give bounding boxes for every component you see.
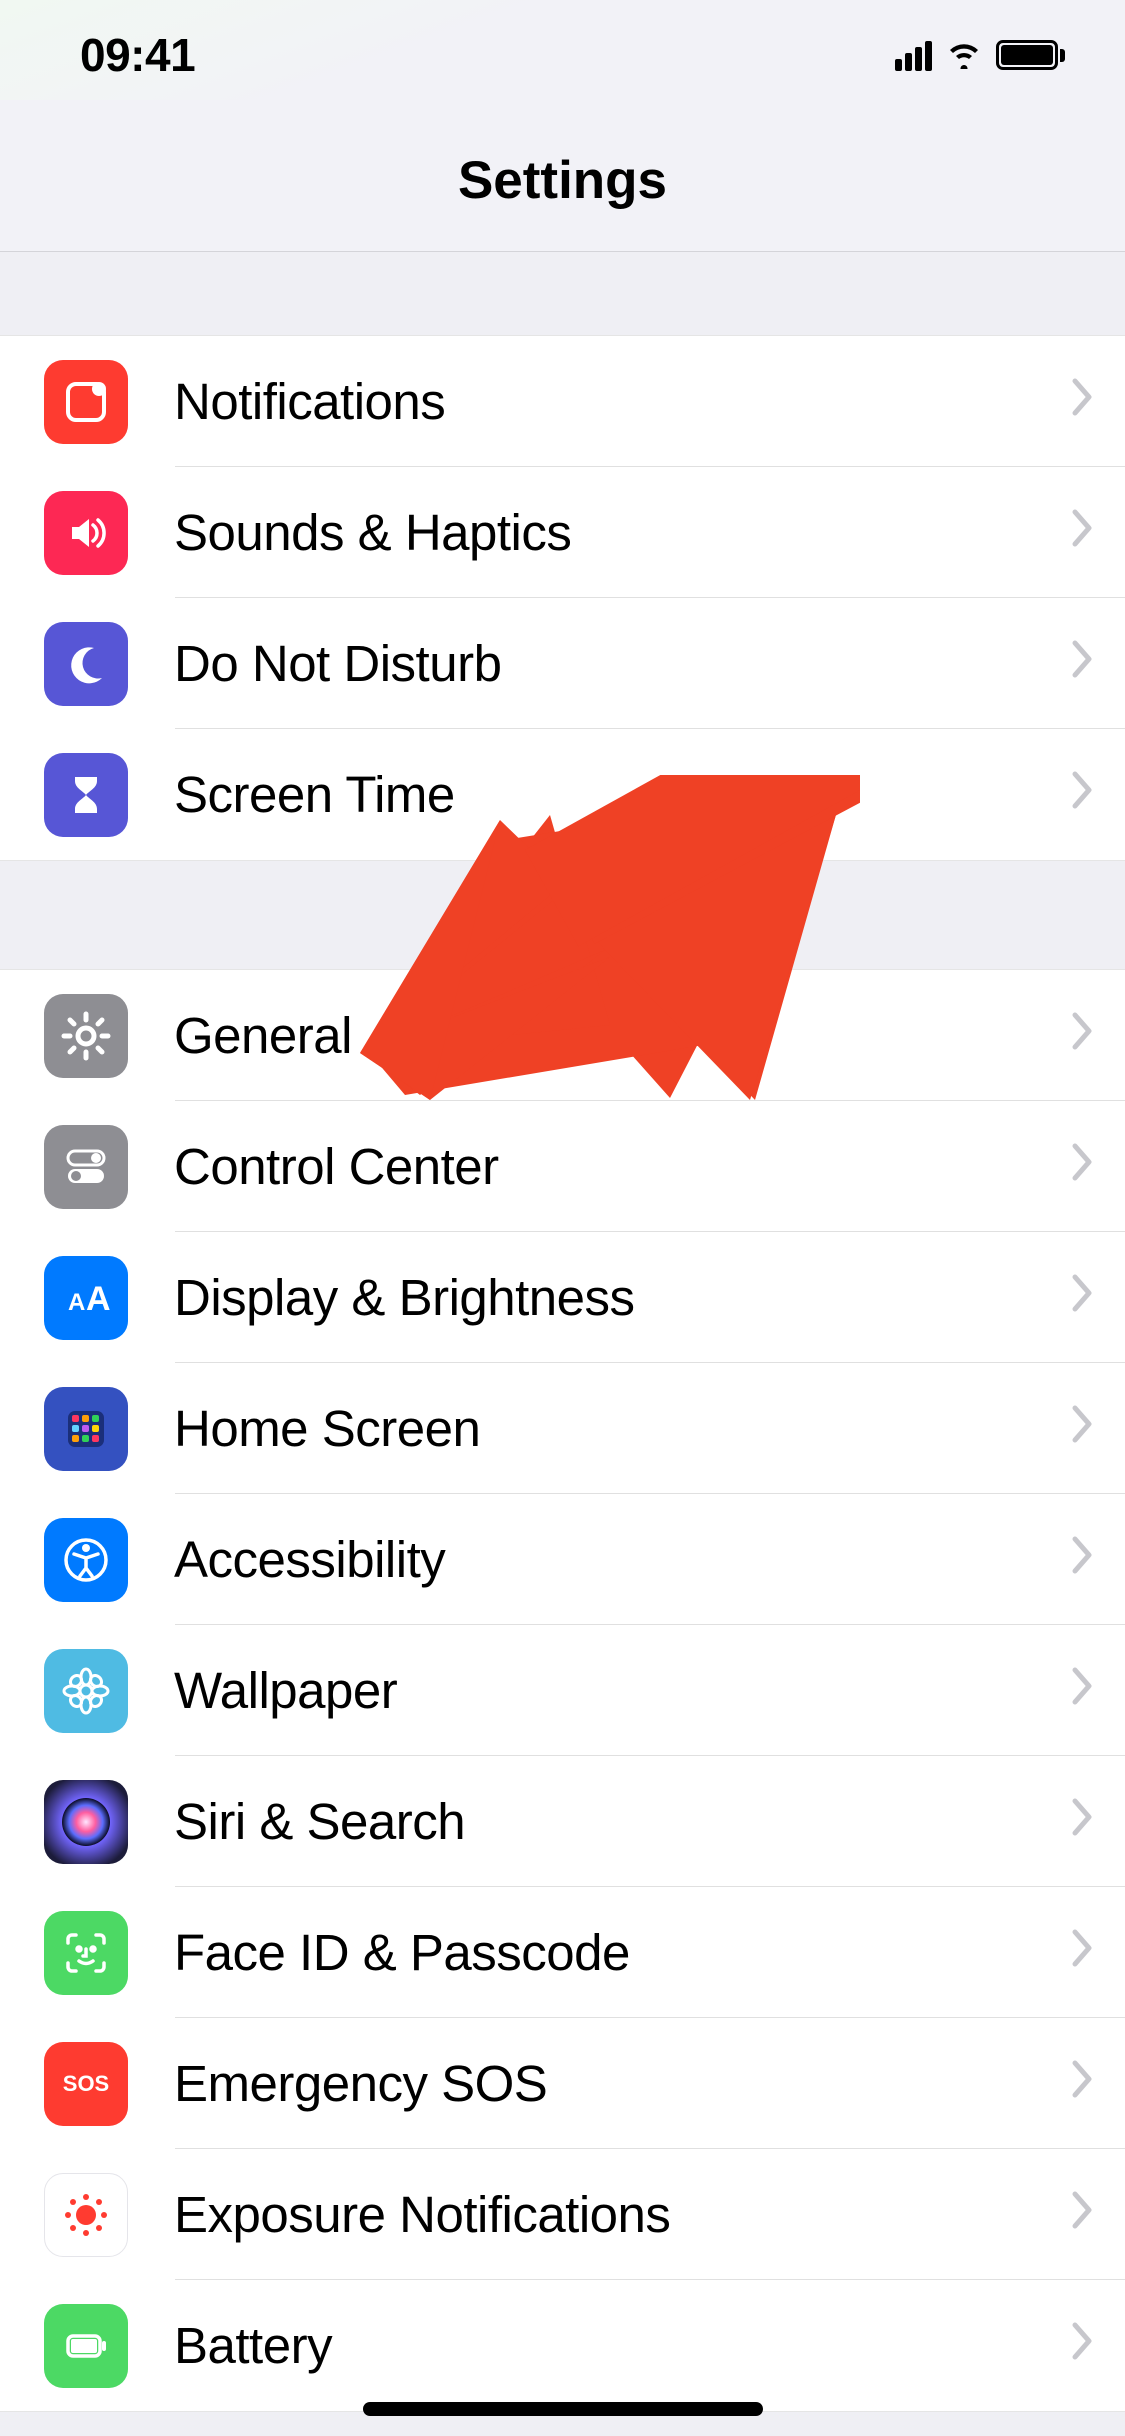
row-siri[interactable]: Siri & Search bbox=[0, 1756, 1125, 1887]
row-notifications[interactable]: Notifications bbox=[0, 336, 1125, 467]
chevron-right-icon bbox=[1071, 1535, 1095, 1585]
row-exposure[interactable]: Exposure Notifications bbox=[0, 2149, 1125, 2280]
chevron-right-icon bbox=[1071, 508, 1095, 558]
row-dnd[interactable]: Do Not Disturb bbox=[0, 598, 1125, 729]
wifi-icon bbox=[944, 37, 984, 74]
row-label: Exposure Notifications bbox=[174, 2185, 670, 2244]
row-homescreen[interactable]: Home Screen bbox=[0, 1363, 1125, 1494]
sos-icon: SOS bbox=[44, 2042, 128, 2126]
exposure-icon bbox=[44, 2173, 128, 2257]
row-label: Display & Brightness bbox=[174, 1268, 635, 1327]
battery-icon bbox=[44, 2304, 128, 2388]
row-label: Face ID & Passcode bbox=[174, 1923, 630, 1982]
row-label: Sounds & Haptics bbox=[174, 503, 571, 562]
toggle-icon bbox=[44, 1125, 128, 1209]
row-label: Siri & Search bbox=[174, 1792, 465, 1851]
settings-section-1: Notifications Sounds & Haptics Do Not Di… bbox=[0, 335, 1125, 861]
row-label: Notifications bbox=[174, 372, 445, 431]
textsize-icon: AA bbox=[44, 1256, 128, 1340]
accessibility-icon bbox=[44, 1518, 128, 1602]
settings-section-2: General Control Center AA Display & Brig… bbox=[0, 969, 1125, 2412]
row-label: Battery bbox=[174, 2316, 332, 2375]
chevron-right-icon bbox=[1071, 2059, 1095, 2109]
chevron-right-icon bbox=[1071, 639, 1095, 689]
chevron-right-icon bbox=[1071, 1273, 1095, 1323]
battery-icon bbox=[996, 40, 1065, 70]
svg-text:A: A bbox=[68, 1289, 85, 1316]
sounds-icon bbox=[44, 491, 128, 575]
siri-icon bbox=[44, 1780, 128, 1864]
row-display[interactable]: AA Display & Brightness bbox=[0, 1232, 1125, 1363]
row-accessibility[interactable]: Accessibility bbox=[0, 1494, 1125, 1625]
moon-icon bbox=[44, 622, 128, 706]
row-wallpaper[interactable]: Wallpaper bbox=[0, 1625, 1125, 1756]
row-label: Emergency SOS bbox=[174, 2054, 547, 2113]
chevron-right-icon bbox=[1071, 1404, 1095, 1454]
chevron-right-icon bbox=[1071, 2321, 1095, 2371]
home-indicator[interactable] bbox=[363, 2402, 763, 2416]
nav-header: Settings bbox=[0, 100, 1125, 252]
row-label: Home Screen bbox=[174, 1399, 480, 1458]
faceid-icon bbox=[44, 1911, 128, 1995]
row-battery[interactable]: Battery bbox=[0, 2280, 1125, 2411]
row-screentime[interactable]: Screen Time bbox=[0, 729, 1125, 860]
row-controlcenter[interactable]: Control Center bbox=[0, 1101, 1125, 1232]
gear-icon bbox=[44, 994, 128, 1078]
svg-text:A: A bbox=[86, 1280, 111, 1318]
row-sounds[interactable]: Sounds & Haptics bbox=[0, 467, 1125, 598]
row-label: Do Not Disturb bbox=[174, 634, 501, 693]
appgrid-icon bbox=[44, 1387, 128, 1471]
chevron-right-icon bbox=[1071, 770, 1095, 820]
row-general[interactable]: General bbox=[0, 970, 1125, 1101]
row-label: Wallpaper bbox=[174, 1661, 397, 1720]
status-indicators bbox=[895, 37, 1065, 74]
flower-icon bbox=[44, 1649, 128, 1733]
row-label: Screen Time bbox=[174, 765, 455, 824]
row-faceid[interactable]: Face ID & Passcode bbox=[0, 1887, 1125, 2018]
section-gap bbox=[0, 252, 1125, 335]
chevron-right-icon bbox=[1071, 1142, 1095, 1192]
chevron-right-icon bbox=[1071, 1797, 1095, 1847]
notifications-icon bbox=[44, 360, 128, 444]
row-label: Control Center bbox=[174, 1137, 499, 1196]
chevron-right-icon bbox=[1071, 377, 1095, 427]
svg-text:SOS: SOS bbox=[63, 2071, 109, 2096]
chevron-right-icon bbox=[1071, 2190, 1095, 2240]
chevron-right-icon bbox=[1071, 1011, 1095, 1061]
status-time: 09:41 bbox=[80, 28, 195, 82]
section-gap bbox=[0, 861, 1125, 969]
status-bar: 09:41 bbox=[0, 0, 1125, 100]
row-sos[interactable]: SOS Emergency SOS bbox=[0, 2018, 1125, 2149]
row-label: General bbox=[174, 1006, 352, 1065]
page-title: Settings bbox=[0, 150, 1125, 211]
row-label: Accessibility bbox=[174, 1530, 445, 1589]
hourglass-icon bbox=[44, 753, 128, 837]
chevron-right-icon bbox=[1071, 1928, 1095, 1978]
cellular-signal-icon bbox=[895, 39, 932, 71]
chevron-right-icon bbox=[1071, 1666, 1095, 1716]
